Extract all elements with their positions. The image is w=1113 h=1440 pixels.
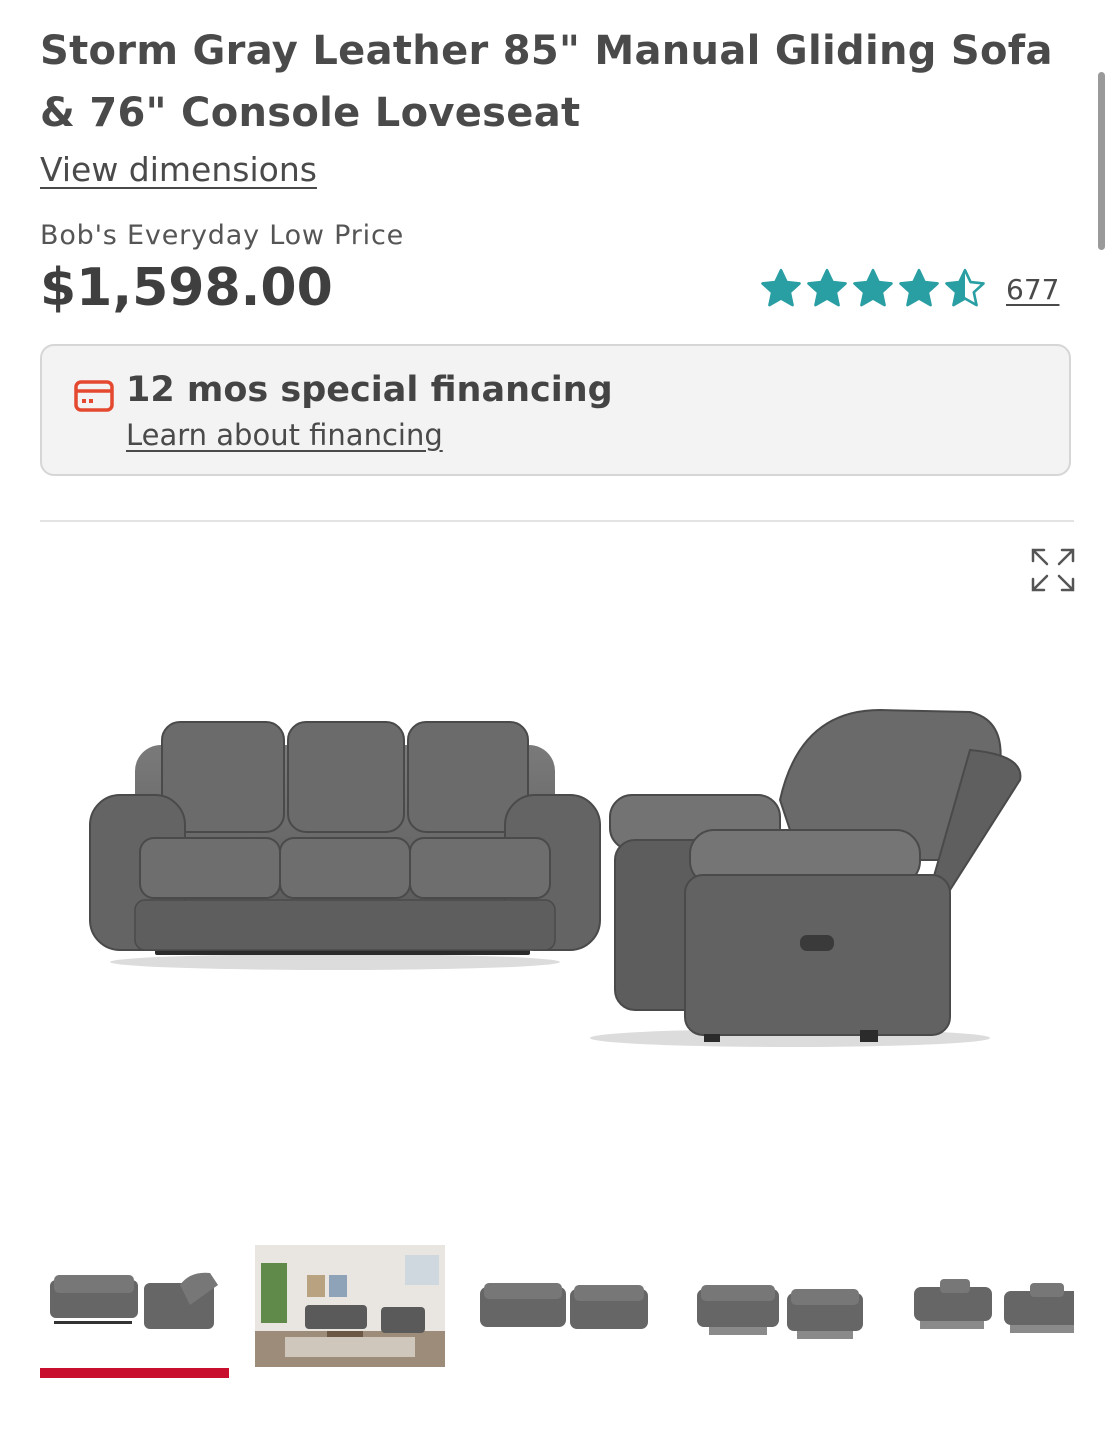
active-thumbnail-indicator <box>40 1368 229 1378</box>
credit-card-icon <box>74 380 114 416</box>
scrollbar[interactable] <box>1098 72 1105 250</box>
learn-financing-link[interactable]: Learn about financing <box>126 418 443 452</box>
expand-icon[interactable] <box>1030 547 1076 597</box>
thumbnail-strip <box>40 1245 1074 1375</box>
product-image[interactable] <box>80 690 1030 1064</box>
divider <box>40 520 1074 522</box>
financing-box: 12 mos special financing Learn about fin… <box>40 344 1071 476</box>
star-icon <box>807 268 847 307</box>
thumbnail-3[interactable] <box>470 1245 660 1367</box>
star-icon <box>945 268 985 307</box>
thumbnail-2[interactable] <box>255 1245 445 1367</box>
star-icon <box>899 268 939 307</box>
thumbnail-4[interactable] <box>685 1245 875 1367</box>
thumbnail-1[interactable] <box>40 1245 230 1367</box>
star-icon <box>761 268 801 307</box>
star-rating[interactable] <box>760 268 986 308</box>
product-title: Storm Gray Leather 85" Manual Gliding So… <box>40 28 1053 136</box>
thumbnail-5[interactable] <box>900 1245 1074 1367</box>
product-price: $1,598.00 <box>40 258 333 318</box>
star-icon <box>853 268 893 307</box>
view-dimensions-link[interactable]: View dimensions <box>40 150 317 189</box>
price-label: Bob's Everyday Low Price <box>40 220 405 251</box>
financing-title: 12 mos special financing <box>126 370 613 410</box>
review-count-link[interactable]: 677 <box>1006 273 1059 306</box>
